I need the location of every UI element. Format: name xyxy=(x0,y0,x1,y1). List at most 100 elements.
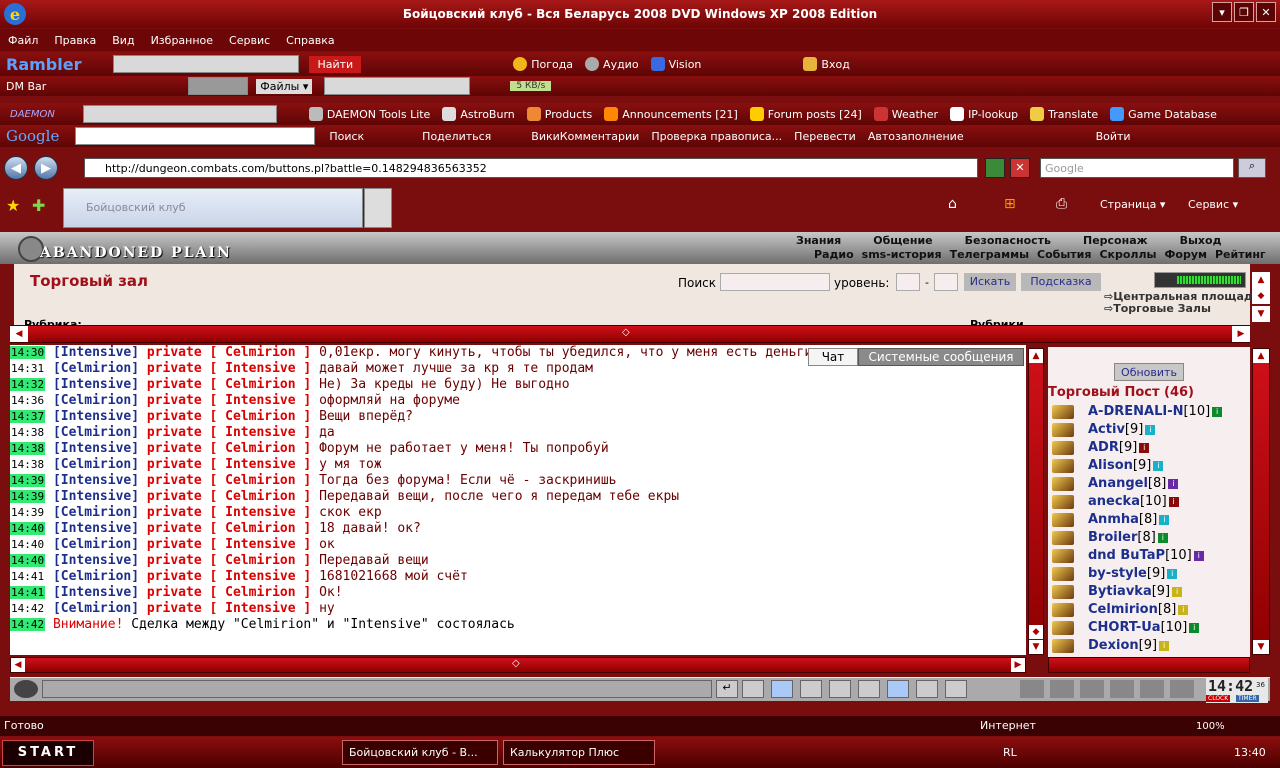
user-name[interactable]: by-style xyxy=(1088,565,1147,583)
chat-time[interactable]: 14:40 xyxy=(10,522,46,535)
splitter-right-icon[interactable]: ▶ xyxy=(1232,326,1250,342)
chat-time[interactable]: 14:38 xyxy=(10,426,45,439)
user-row[interactable]: Dexion [9] i xyxy=(1048,637,1250,655)
chat-private-to[interactable]: private [ Intensive ] xyxy=(147,569,311,584)
save-icon[interactable] xyxy=(800,680,822,698)
chat-private-to[interactable]: private [ Intensive ] xyxy=(147,537,311,552)
address-input[interactable]: http://dungeon.combats.com/buttons.pl?ba… xyxy=(84,158,978,178)
chat-private-to[interactable]: private [ Intensive ] xyxy=(147,425,311,440)
user-info-icon[interactable]: i xyxy=(1172,587,1183,597)
chat-scroll-right-icon[interactable]: ▶ xyxy=(1011,658,1025,672)
new-tab-button[interactable] xyxy=(364,188,392,228)
daemon-item-4[interactable]: Forum posts [24] xyxy=(749,107,862,121)
level-from-input[interactable] xyxy=(896,273,920,291)
user-name[interactable]: Anangel xyxy=(1088,475,1148,493)
chat-scroll-up-icon[interactable]: ▲ xyxy=(1029,349,1043,363)
user-row[interactable]: dnd BuTaP [10] i xyxy=(1048,547,1250,565)
menu-item-2[interactable]: Вид xyxy=(112,34,134,47)
user-row[interactable]: Activ [9] i xyxy=(1048,421,1250,439)
start-button[interactable]: START xyxy=(2,740,94,766)
chat-private-to[interactable]: private [ Celmirion ] xyxy=(147,489,311,504)
back-icon[interactable]: ◀ xyxy=(4,156,28,180)
user-row[interactable]: ADR [9] i xyxy=(1048,439,1250,457)
chat-sender[interactable]: [Celmirion] xyxy=(53,425,139,440)
game-nav-3[interactable]: Персонаж xyxy=(1083,234,1148,247)
chat-time[interactable]: 14:42 xyxy=(10,618,46,631)
user-info-icon[interactable]: i xyxy=(1139,443,1150,453)
daemon-item-8[interactable]: Game Database xyxy=(1110,107,1217,121)
user-name[interactable]: CHORT-Ua xyxy=(1088,619,1161,637)
info-icon[interactable] xyxy=(1020,680,1044,698)
chat-hscroll-handle-icon[interactable]: ◇ xyxy=(512,658,520,669)
chat-time[interactable]: 14:40 xyxy=(10,554,46,567)
user-info-icon[interactable]: i xyxy=(1159,641,1170,651)
game-nav-1[interactable]: Общение xyxy=(873,234,932,247)
login-button[interactable]: Вход xyxy=(803,57,850,71)
user-info-icon[interactable]: i xyxy=(1168,497,1179,507)
hands-icon[interactable] xyxy=(1080,680,1104,698)
chat-scroll-mid-icon[interactable]: ◆ xyxy=(1029,625,1043,639)
minimize-icon[interactable]: ▾ xyxy=(1212,2,1232,22)
user-info-icon[interactable]: i xyxy=(1159,515,1170,525)
search-button[interactable]: Искать xyxy=(964,273,1016,291)
fight-icon[interactable] xyxy=(829,680,851,698)
user-name[interactable]: Alison xyxy=(1088,457,1133,475)
translit-icon[interactable] xyxy=(858,680,880,698)
quest-icon[interactable] xyxy=(1050,680,1074,698)
page-menu[interactable]: Страница ▾ xyxy=(1100,198,1165,211)
user-name[interactable]: Anmha xyxy=(1088,511,1139,529)
user-row[interactable]: CHORT-Ua [10] i xyxy=(1048,619,1250,637)
chat-scroll-down-icon[interactable]: ▼ xyxy=(1029,640,1043,654)
user-info-icon[interactable]: i xyxy=(1153,461,1164,471)
user-info-icon[interactable]: i xyxy=(1167,569,1178,579)
favorites-star-icon[interactable]: ★ xyxy=(6,196,20,215)
chat-private-to[interactable]: private [ Celmirion ] xyxy=(147,473,311,488)
smile-face-icon[interactable] xyxy=(14,680,38,698)
google-search-button[interactable]: Поиск xyxy=(329,130,364,143)
chat-time[interactable]: 14:38 xyxy=(10,442,46,455)
hall-search-input[interactable] xyxy=(720,273,830,291)
chat-private-to[interactable]: private [ Intensive ] xyxy=(147,393,311,408)
share-button[interactable]: Поделиться xyxy=(422,130,491,143)
tab-system-messages[interactable]: Системные сообщения xyxy=(858,348,1024,366)
dmbar-field[interactable] xyxy=(188,77,249,95)
chat-sender[interactable]: [Intensive] xyxy=(53,409,139,424)
users-hscrollbar[interactable] xyxy=(1048,657,1250,673)
users-scroll-down-icon[interactable]: ▼ xyxy=(1253,640,1269,654)
restore-icon[interactable]: ❐ xyxy=(1234,2,1254,22)
chat-private-to[interactable]: private [ Intensive ] xyxy=(147,505,311,520)
user-info-icon[interactable]: i xyxy=(1212,407,1223,417)
chat-sender[interactable]: [Intensive] xyxy=(53,489,139,504)
google-signin-button[interactable]: Войти xyxy=(1096,130,1131,143)
chat-private-to[interactable]: private [ Intensive ] xyxy=(147,457,311,472)
chat-sender[interactable]: [Celmirion] xyxy=(53,537,139,552)
user-name[interactable]: A-DRENALI-N xyxy=(1088,403,1183,421)
chat-private-to[interactable]: private [ Celmirion ] xyxy=(147,409,311,424)
browser-search-input[interactable]: Google xyxy=(1040,158,1234,178)
tab-fight-club[interactable]: Бойцовский клуб xyxy=(63,188,363,228)
game-nav-0[interactable]: Знания xyxy=(796,234,841,247)
hint-button[interactable]: Подсказка xyxy=(1021,273,1101,291)
menu-item-1[interactable]: Правка xyxy=(54,34,96,47)
tab-chat[interactable]: Чат xyxy=(808,348,858,366)
daemon-item-1[interactable]: AstroBurn xyxy=(442,107,515,121)
close-icon[interactable]: ✕ xyxy=(1256,2,1276,22)
chat-time[interactable]: 14:41 xyxy=(10,570,45,583)
chat-sender[interactable]: [Celmirion] xyxy=(53,457,139,472)
daemon-search-input[interactable] xyxy=(82,105,277,123)
chat-scroll-left-icon[interactable]: ◀ xyxy=(11,658,25,672)
game-subnav-3[interactable]: События xyxy=(1037,248,1091,261)
user-row[interactable]: anecka [10] i xyxy=(1048,493,1250,511)
chat-sender[interactable]: [Celmirion] xyxy=(53,505,139,520)
chat-private-to[interactable]: private [ Celmirion ] xyxy=(147,585,311,600)
user-row[interactable]: Bytiavka [9] i xyxy=(1048,583,1250,601)
taskbar-item-fightclub[interactable]: Бойцовский клуб - В... xyxy=(342,740,498,765)
exit-icon[interactable] xyxy=(1170,680,1194,698)
game-subnav-4[interactable]: Скроллы xyxy=(1099,248,1156,261)
user-row[interactable]: Anmha [8] i xyxy=(1048,511,1250,529)
user-row[interactable]: A-DRENALI-N [10] i xyxy=(1048,403,1250,421)
armor-icon[interactable] xyxy=(1110,680,1134,698)
audio-button[interactable]: Аудио xyxy=(585,57,639,71)
chat-sender[interactable]: [Celmirion] xyxy=(53,569,139,584)
filter-icon[interactable] xyxy=(771,680,793,698)
